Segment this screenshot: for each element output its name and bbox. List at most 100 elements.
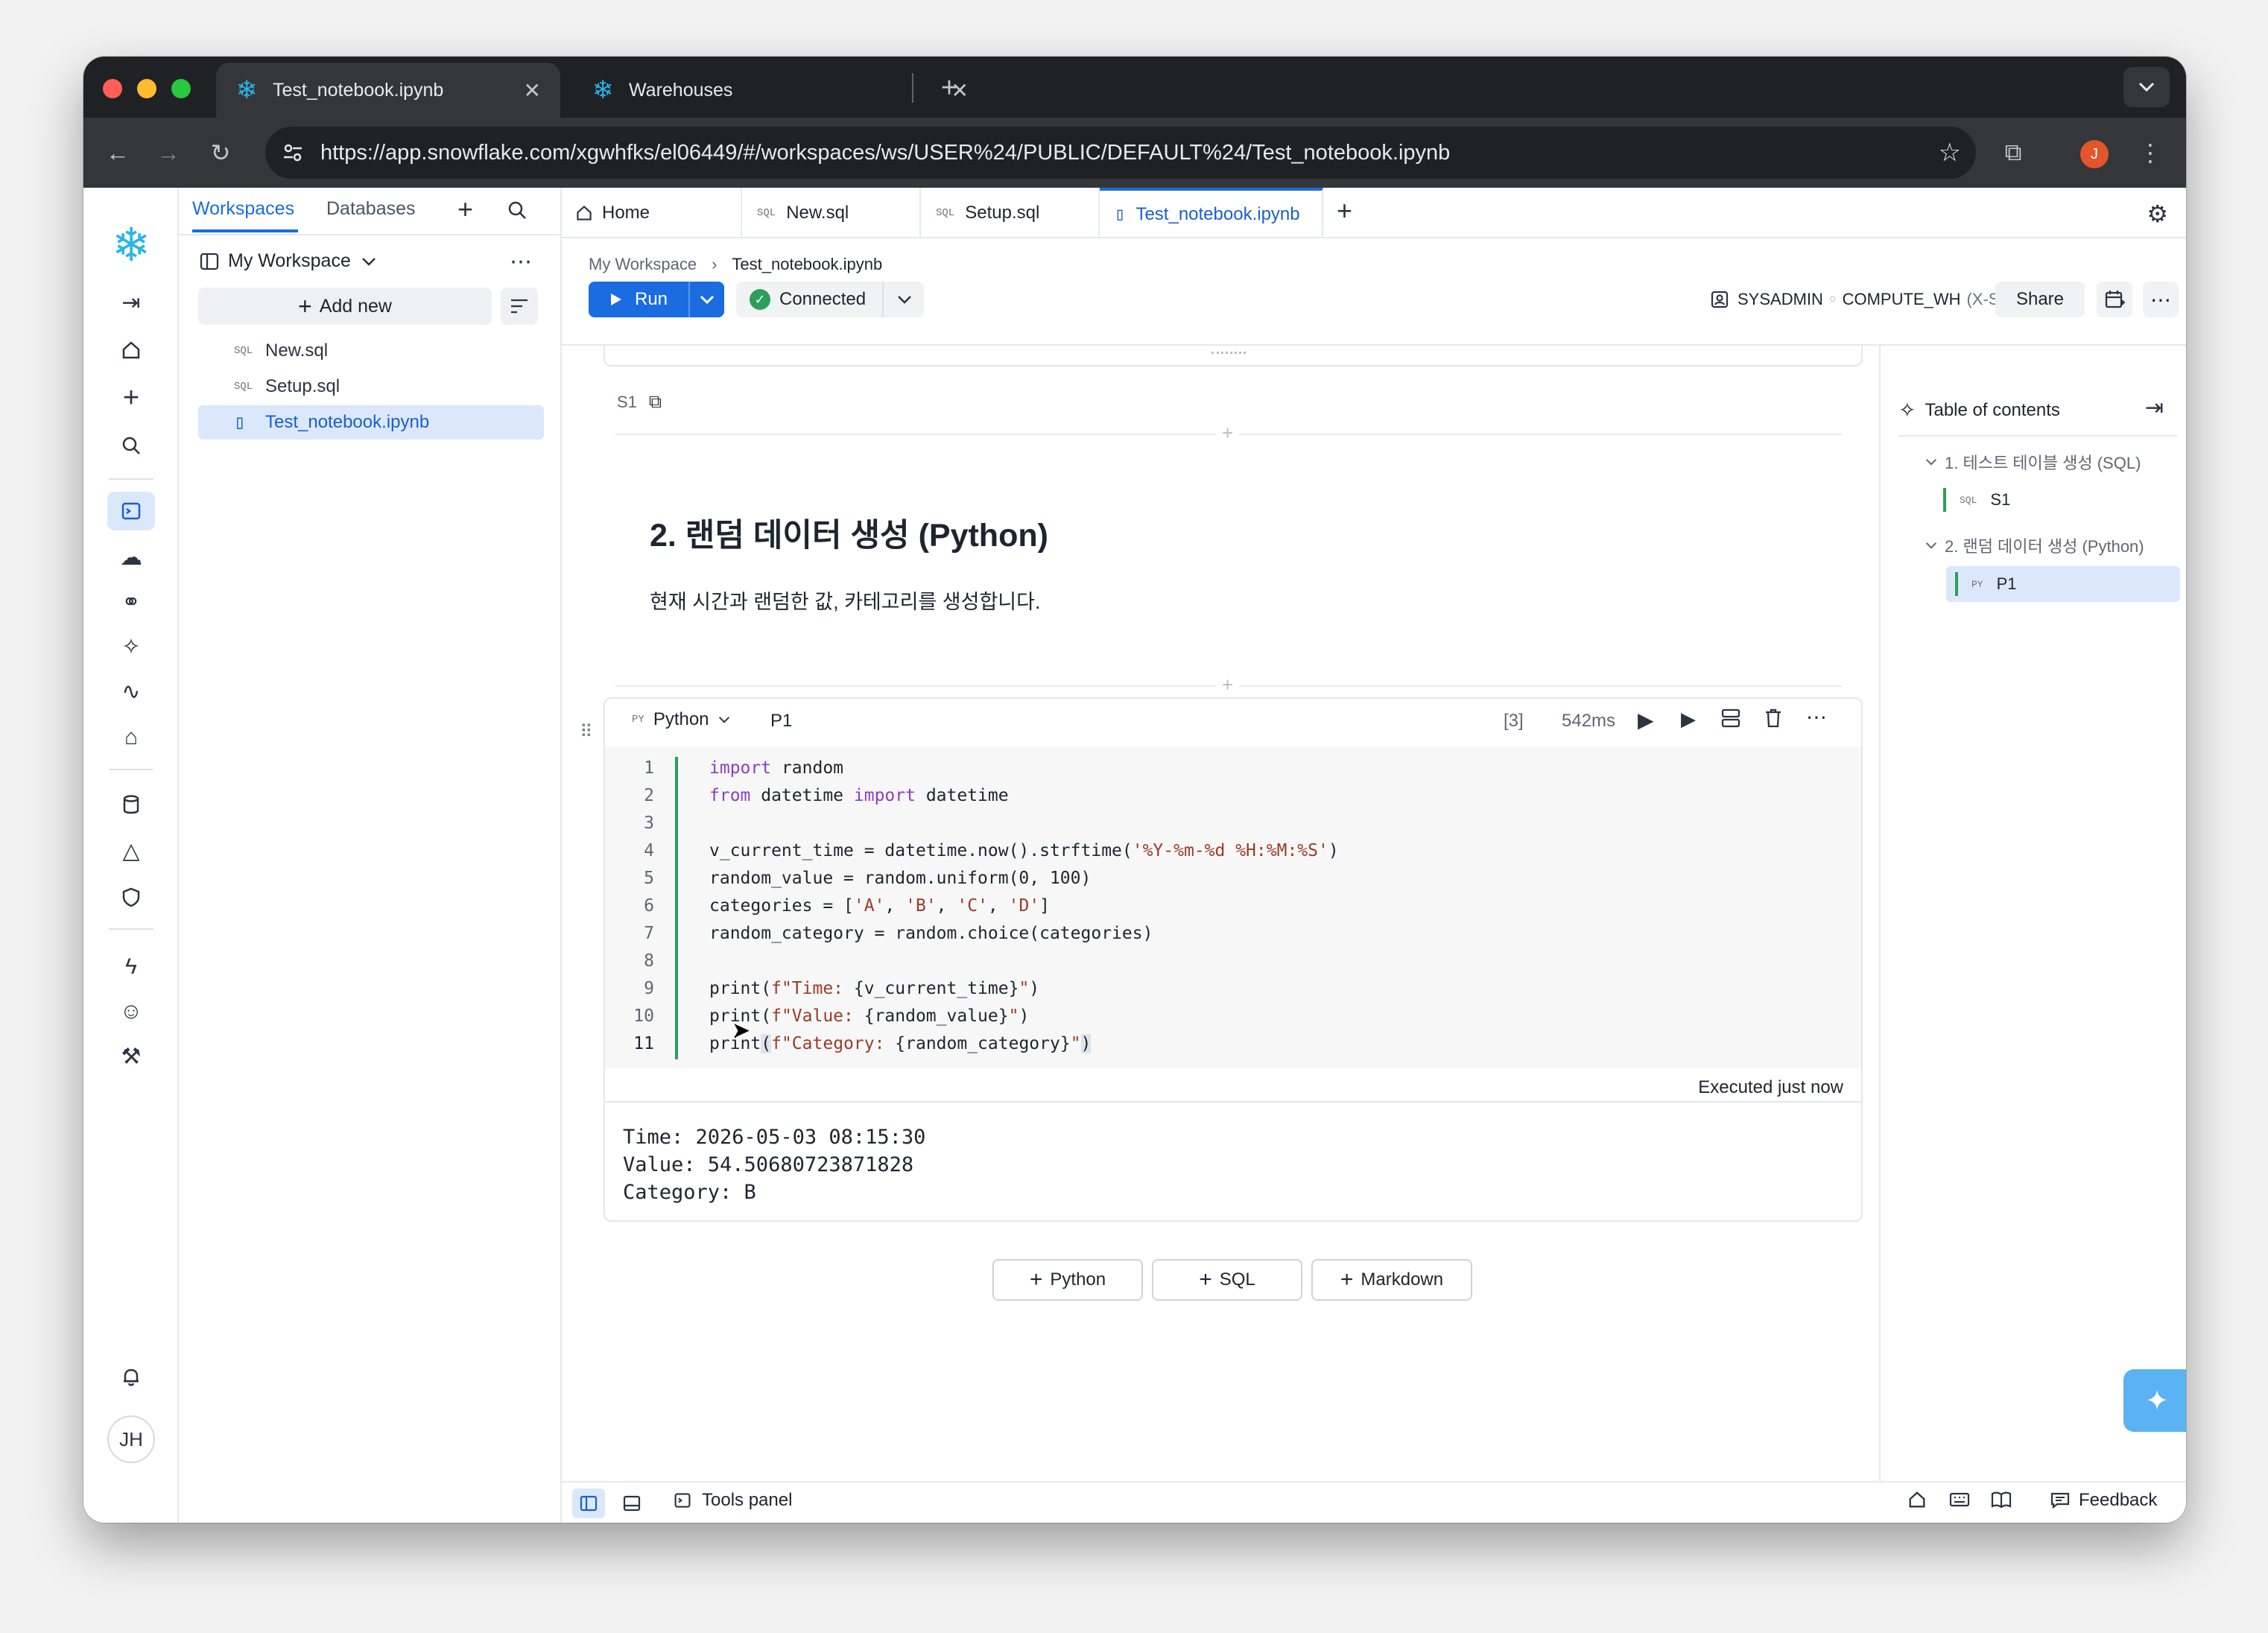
tab-workspaces[interactable]: Workspaces	[192, 198, 294, 220]
horizon-shapes-icon[interactable]: △	[107, 831, 155, 870]
monitoring-activity-icon[interactable]: ∿	[107, 672, 155, 711]
more-options-icon[interactable]: ⋯	[510, 249, 532, 275]
data-ingestion-cloud-icon[interactable]: ☁	[107, 538, 155, 577]
new-editor-tab-button[interactable]: +	[1337, 195, 1352, 226]
insert-cell-plus-icon[interactable]: +	[1216, 673, 1240, 697]
toc-item-p1[interactable]: PY P1	[1946, 566, 2180, 602]
python-cell: PY Python P1 [3] 542ms ▶ ▶ ⋯ 1 2 3 4 5 6…	[604, 697, 1863, 1222]
collapse-panel-icon[interactable]: ⇥	[2145, 395, 2164, 421]
code-editor[interactable]: 1 2 3 4 5 6 7 8 9 10 11 import random fr…	[605, 746, 1861, 1068]
run-button[interactable]: Run	[589, 282, 688, 317]
tab-search-button[interactable]	[2123, 67, 2170, 107]
cell-name[interactable]: P1	[770, 711, 792, 732]
bottom-panel-toggle[interactable]	[615, 1488, 648, 1518]
search-icon[interactable]	[107, 426, 155, 465]
workspace-selector[interactable]: My Workspace	[200, 250, 376, 272]
more-actions-button[interactable]: ⋯	[2143, 282, 2179, 317]
add-new-button[interactable]: + Add new	[198, 288, 492, 325]
browser-tab-active[interactable]: ❄ Test_notebook.ipynb ✕	[216, 63, 560, 118]
transformation-graph-icon[interactable]: ⚭	[107, 583, 155, 621]
connection-status[interactable]: ✓ Connected	[736, 282, 924, 317]
notifications-bell-icon[interactable]	[107, 1357, 155, 1396]
tools-panel-button[interactable]: Tools panel	[674, 1490, 792, 1511]
split-cell-icon[interactable]	[1721, 708, 1740, 732]
run-cell-icon[interactable]: ▶	[1681, 708, 1696, 731]
file-item-active[interactable]: ▯ Test_notebook.ipynb	[198, 405, 544, 440]
home-icon[interactable]	[107, 331, 155, 370]
new-tab-button[interactable]: +	[933, 72, 966, 104]
address-bar[interactable]: https://app.snowflake.com/xgwhfks/el0644…	[265, 127, 1976, 179]
settings-tools-icon[interactable]: ⚒	[107, 1037, 155, 1076]
toc-divider	[1898, 435, 2177, 437]
file-name: New.sql	[265, 340, 329, 361]
breadcrumb-workspace[interactable]: My Workspace	[589, 255, 697, 274]
gear-icon[interactable]: ⚙	[2147, 200, 2168, 228]
cell-resize-handle[interactable]	[1211, 352, 1246, 356]
forward-arrow-icon[interactable]: →	[152, 136, 185, 169]
close-window-button[interactable]	[103, 79, 122, 98]
extensions-puzzle-icon[interactable]: ⧉	[1997, 136, 2030, 169]
sort-button[interactable]	[501, 288, 538, 325]
tab-setup-sql[interactable]: SQL Setup.sql	[921, 188, 1100, 238]
browser-tab-title: Warehouses	[629, 79, 733, 101]
snowflake-logo-icon[interactable]: ❄	[109, 223, 153, 269]
home-icon[interactable]	[1907, 1490, 1927, 1515]
search-icon[interactable]	[507, 200, 528, 226]
toc-item-s1[interactable]: SQL S1	[1943, 483, 2174, 517]
schedule-button[interactable]	[2097, 282, 2132, 317]
governance-shield-icon[interactable]	[107, 878, 155, 916]
chevron-down-icon	[2138, 82, 2155, 92]
feedback-button[interactable]: Feedback	[2050, 1490, 2157, 1511]
role-warehouse-selector[interactable]: SYSADMIN ○ COMPUTE_WH (X-Small)	[1711, 282, 2035, 317]
add-markdown-cell-button[interactable]: + Markdown	[1311, 1259, 1472, 1301]
minimize-window-button[interactable]	[137, 79, 156, 98]
ai-ml-sparkle-icon[interactable]: ✧	[107, 627, 155, 666]
copy-icon[interactable]: ⧉	[649, 392, 662, 413]
browser-menu-icon[interactable]: ⋮	[2134, 136, 2167, 169]
drag-handle-icon[interactable]: ⠿	[580, 721, 593, 743]
language-selector[interactable]: PY Python	[632, 709, 730, 730]
file-item[interactable]: SQL Setup.sql	[198, 370, 544, 404]
projects-terminal-icon[interactable]	[107, 492, 155, 530]
profile-avatar[interactable]: J	[2080, 140, 2109, 168]
add-sql-cell-button[interactable]: + SQL	[1152, 1259, 1302, 1301]
reload-icon[interactable]: ↻	[204, 136, 237, 169]
expand-sidebar-icon[interactable]: ⇥	[107, 283, 155, 322]
add-cell-label: Markdown	[1361, 1269, 1444, 1290]
create-plus-icon[interactable]: +	[107, 378, 155, 417]
tab-databases[interactable]: Databases	[326, 198, 416, 220]
tab-home[interactable]: Home	[562, 188, 742, 238]
marketplace-store-icon[interactable]: ⌂	[107, 718, 155, 757]
line-number: 10	[633, 1006, 654, 1026]
sidebar-layout-toggle[interactable]	[572, 1488, 605, 1518]
code-line: random_category = random.choice(categori…	[709, 924, 1153, 943]
toc-item-section-2[interactable]: 2. 랜덤 데이터 생성 (Python)	[1925, 533, 2144, 557]
keyboard-icon[interactable]	[1949, 1490, 1970, 1515]
copilot-sparkle-button[interactable]: ✦	[2123, 1369, 2186, 1432]
back-arrow-icon[interactable]: ←	[101, 136, 134, 169]
admin-users-icon[interactable]: ☺	[107, 992, 155, 1031]
notebook-file-icon: ▯	[1115, 206, 1126, 226]
trash-icon[interactable]	[1764, 708, 1782, 732]
share-button[interactable]: Share	[1995, 282, 2085, 317]
add-icon[interactable]: +	[457, 194, 473, 225]
toc-item-section-1[interactable]: 1. 테스트 테이블 생성 (SQL)	[1925, 450, 2141, 474]
tab-new-sql[interactable]: SQL New.sql	[742, 188, 921, 238]
maximize-window-button[interactable]	[171, 79, 191, 98]
compute-lightning-icon[interactable]: ϟ	[107, 948, 155, 986]
catalog-database-icon[interactable]	[107, 785, 155, 824]
tab-test-notebook[interactable]: ▯ Test_notebook.ipynb	[1100, 188, 1323, 238]
site-settings-icon[interactable]	[282, 142, 304, 164]
run-options-dropdown[interactable]	[690, 295, 724, 304]
close-tab-icon[interactable]: ✕	[524, 78, 541, 103]
browser-tab[interactable]: ❄ Warehouses ✕	[572, 63, 988, 118]
user-avatar[interactable]: JH	[107, 1415, 155, 1463]
sparkle-icon: ✧	[1898, 399, 1916, 422]
bookmark-star-icon[interactable]: ☆	[1939, 138, 1961, 168]
cell-more-icon[interactable]: ⋯	[1806, 705, 1827, 729]
add-python-cell-button[interactable]: + Python	[992, 1259, 1143, 1301]
file-item[interactable]: SQL New.sql	[198, 334, 544, 368]
docs-book-icon[interactable]	[1991, 1490, 2012, 1515]
insert-cell-plus-icon[interactable]: +	[1216, 422, 1240, 445]
run-cell-and-below-icon[interactable]: ▶	[1638, 708, 1654, 732]
